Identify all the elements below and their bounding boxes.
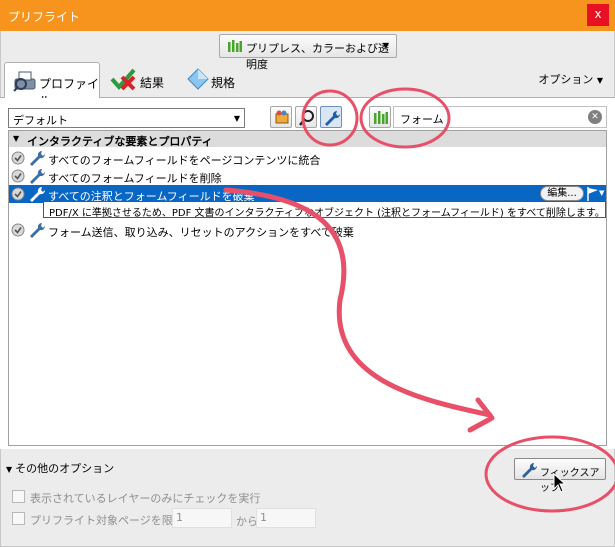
list-item-label: フォーム送信、取り込み、リセットのアクションをすべて破棄 bbox=[48, 226, 354, 239]
check-status-icon bbox=[11, 169, 25, 186]
page-to-value: 1 bbox=[260, 511, 267, 524]
clear-search-icon[interactable]: ✕ bbox=[588, 110, 602, 124]
fixup-description-text: PDF/X に準拠させるため、PDF 文書のインタラクティブなオブジェクト (注… bbox=[49, 208, 605, 219]
collapse-triangle-icon: ▼ bbox=[13, 134, 20, 143]
wrench-icon bbox=[29, 222, 46, 241]
search-value: フォーム bbox=[400, 113, 444, 126]
limit-pages-label: プリフライト対象ページを限定： bbox=[30, 514, 195, 527]
show-fixups-button[interactable] bbox=[320, 106, 342, 128]
fixup-description: PDF/X に準拠させるため、PDF 文書のインタラクティブなオブジェクト (注… bbox=[43, 201, 606, 219]
collapse-triangle-icon: ▼ bbox=[6, 465, 13, 474]
check-status-icon bbox=[11, 151, 25, 168]
library-combo-value: デフォルト bbox=[13, 114, 68, 127]
check-cross-icon bbox=[110, 67, 136, 94]
show-checks-button[interactable] bbox=[295, 106, 317, 128]
window-title: プリフライト bbox=[8, 10, 81, 24]
show-all-button[interactable] bbox=[369, 106, 391, 128]
tab-standards-label: 規格 bbox=[211, 76, 236, 90]
preflight-icon bbox=[13, 70, 37, 95]
tab-results[interactable]: 結果 bbox=[108, 62, 170, 98]
profile-dropdown[interactable]: プリプレス、カラーおよび透明度 ▼ bbox=[219, 34, 397, 71]
page-from-input[interactable]: 1 bbox=[172, 508, 232, 528]
chevron-down-icon: ▼ bbox=[596, 76, 603, 85]
mouse-cursor-icon bbox=[553, 473, 567, 493]
chevron-down-icon: ▼ bbox=[233, 114, 240, 123]
tab-standards[interactable]: 規格 bbox=[185, 62, 245, 98]
more-options-toggle[interactable]: ▼ その他のオプション bbox=[6, 460, 114, 476]
tab-bar: プロファイル 結果 規格 オプション ▼ bbox=[0, 62, 615, 108]
tab-results-label: 結果 bbox=[140, 76, 165, 90]
profiles-panel: デフォルト ▼ フォーム ✕ ▼ インタラクティブな要素とプロパティ すべてのフ… bbox=[0, 98, 615, 449]
fixup-tree: ▼ インタラクティブな要素とプロパティ すべてのフォームフィールドをページコンテ… bbox=[8, 130, 607, 446]
category-header[interactable]: ▼ インタラクティブな要素とプロパティ bbox=[9, 131, 606, 148]
list-item[interactable]: すべてのフォームフィールドをページコンテンツに統合 bbox=[9, 149, 606, 167]
page-from-value: 1 bbox=[176, 511, 183, 524]
list-item-label: すべてのフォームフィールドを削除 bbox=[48, 172, 222, 185]
options-menu[interactable]: オプション ▼ bbox=[538, 71, 603, 87]
options-menu-label: オプション bbox=[538, 73, 594, 86]
limit-pages-checkbox[interactable] bbox=[12, 512, 25, 525]
search-input[interactable]: フォーム ✕ bbox=[393, 106, 607, 128]
standards-diamond-icon bbox=[187, 68, 209, 93]
close-button[interactable]: x bbox=[587, 4, 609, 26]
library-combo[interactable]: デフォルト ▼ bbox=[8, 108, 245, 128]
title-bar: プリフライト x bbox=[0, 0, 615, 31]
profiles-icon bbox=[275, 110, 289, 124]
magnifier-icon bbox=[299, 110, 314, 126]
wrench-icon bbox=[325, 110, 341, 126]
layers-only-label: 表示されているレイヤーのみにチェックを実行 bbox=[30, 492, 261, 505]
wrench-icon bbox=[522, 462, 537, 478]
fixup-button-label: フィックスアップ bbox=[540, 468, 600, 494]
check-status-icon bbox=[11, 223, 25, 240]
list-item[interactable]: フォーム送信、取り込み、リセットのアクションをすべて破棄 bbox=[9, 221, 606, 239]
tab-profiles[interactable]: プロファイル bbox=[4, 62, 100, 108]
bar-chart-icon bbox=[228, 40, 242, 55]
chevron-down-icon[interactable]: ▼ bbox=[599, 189, 604, 197]
page-to-input[interactable]: 1 bbox=[256, 508, 316, 528]
page-range-separator: から bbox=[236, 515, 258, 528]
check-status-icon bbox=[11, 187, 25, 204]
bar-chart-icon bbox=[374, 111, 388, 124]
edit-button[interactable]: 編集... bbox=[540, 186, 584, 201]
category-label: インタラクティブな要素とプロパティ bbox=[27, 135, 213, 148]
show-profiles-button[interactable] bbox=[270, 106, 292, 128]
layers-only-checkbox[interactable] bbox=[12, 490, 25, 503]
more-options-label: その他のオプション bbox=[15, 462, 115, 475]
list-item-label: すべてのフォームフィールドをページコンテンツに統合 bbox=[48, 154, 321, 167]
chevron-down-icon: ▼ bbox=[382, 41, 389, 50]
list-item[interactable]: すべてのフォームフィールドを削除 bbox=[9, 167, 606, 185]
